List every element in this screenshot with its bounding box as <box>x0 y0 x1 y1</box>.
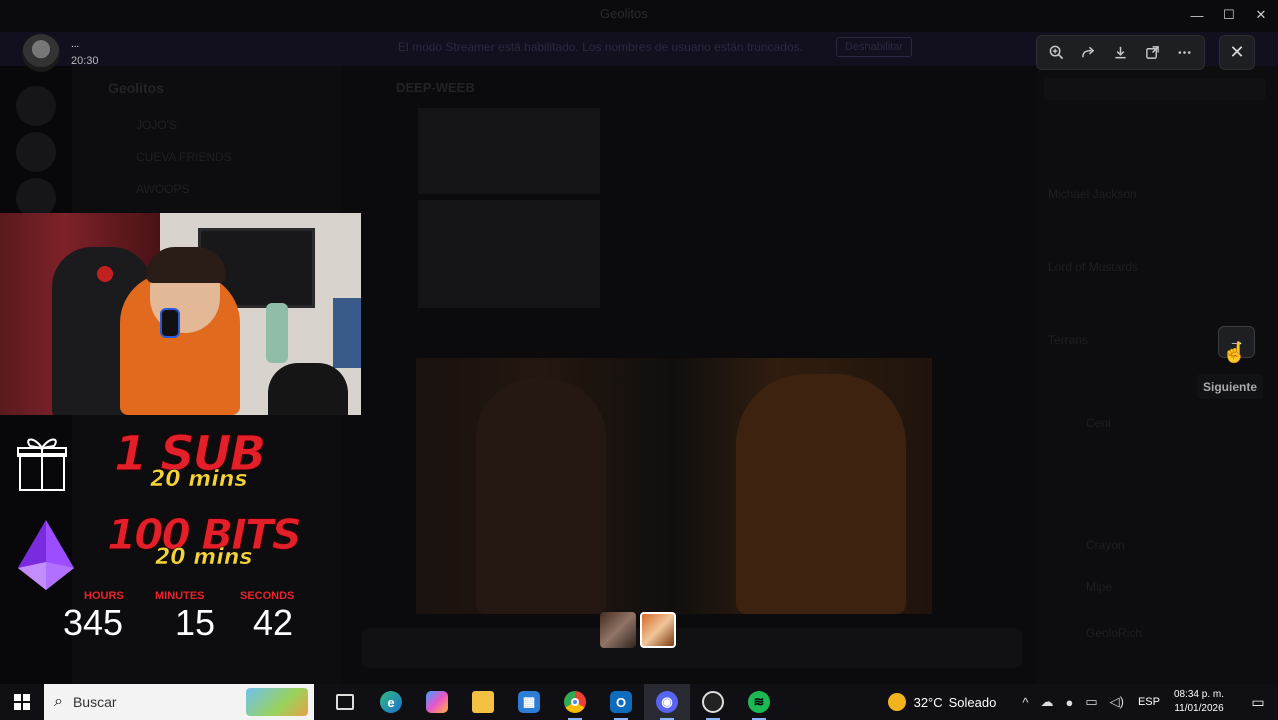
cloud-icon[interactable]: ☁ <box>1040 694 1053 710</box>
file-explorer-icon[interactable] <box>460 684 506 720</box>
volume-icon[interactable]: ◁) <box>1110 694 1124 710</box>
maximize-button[interactable]: ☐ <box>1212 0 1246 30</box>
channel-item[interactable]: AWOOPS <box>136 182 190 196</box>
weather-temperature[interactable]: 32°C <box>914 695 943 710</box>
window-close-button[interactable]: ✕ <box>1244 0 1278 30</box>
gift-icon <box>16 432 68 492</box>
image-figure <box>736 374 906 614</box>
taskbar-search-placeholder: Buscar <box>72 694 117 710</box>
channel-item[interactable]: CUEVA FRIENDS <box>136 150 232 164</box>
bits-gem-icon <box>16 518 76 592</box>
seconds-value: 42 <box>253 602 294 643</box>
server-name[interactable]: Geolitos <box>108 80 164 96</box>
sub-goal-time: 20 mins <box>150 467 248 493</box>
bits-goal-time: 20 mins <box>155 545 253 571</box>
image-figure <box>476 378 606 614</box>
taskbar-search[interactable]: ⌕ Buscar <box>44 684 314 720</box>
outlook-icon[interactable]: O <box>598 684 644 720</box>
task-view-icon[interactable] <box>322 684 368 720</box>
member-item[interactable]: Terrans <box>1048 333 1088 347</box>
discord-icon[interactable]: ◉ <box>644 684 690 720</box>
windows-icon <box>14 694 30 710</box>
clock[interactable]: 08:34 p. m. 11/01/2026 <box>1174 688 1224 716</box>
member-item[interactable]: Michael Jackson <box>1048 187 1137 201</box>
search-highlight-image <box>246 688 308 716</box>
microphone-icon[interactable]: ● <box>1065 695 1073 710</box>
member-item[interactable]: GeoloRich <box>1086 626 1142 640</box>
clock-time: 08:34 p. m. <box>1173 689 1224 700</box>
member-item[interactable]: Crayon <box>1086 538 1125 552</box>
server-icon[interactable] <box>16 178 56 218</box>
seconds-label: SECONDS <box>240 590 295 602</box>
member-item[interactable]: Lord of Mustards <box>1048 260 1138 274</box>
download-icon[interactable] <box>1106 39 1134 67</box>
post-time: 20:30 <box>71 55 99 67</box>
member-item[interactable]: Mipe <box>1086 580 1112 594</box>
thumbnail[interactable] <box>600 612 636 648</box>
spotify-icon[interactable]: ≋ <box>736 684 782 720</box>
webcam-feed <box>0 213 361 415</box>
image-thumbnails <box>600 612 676 648</box>
server-icon[interactable] <box>16 86 56 126</box>
sun-icon[interactable] <box>887 693 906 711</box>
forward-icon[interactable] <box>1075 39 1103 67</box>
hand-cursor-icon: ☝ <box>1222 342 1247 364</box>
channel-item[interactable]: JOJO'S <box>136 118 177 132</box>
hours-value: 345 <box>63 602 124 643</box>
minutes-value: 15 <box>175 602 216 643</box>
chrome-icon[interactable] <box>552 684 598 720</box>
channel-header: DEEP-WEEB <box>396 80 475 95</box>
webcam-mic <box>268 363 348 415</box>
zoom-in-icon[interactable] <box>1043 39 1071 67</box>
chevron-up-icon[interactable]: ^ <box>1022 695 1028 710</box>
webcam-bottle <box>266 303 288 363</box>
avatar[interactable] <box>22 34 60 72</box>
webcam-hair <box>146 247 226 283</box>
hours-label: HOURS <box>84 590 124 602</box>
disable-streamer-mode-button[interactable]: Deshabilitar <box>836 37 913 57</box>
window-title: Geolitos <box>600 6 648 21</box>
image-author: ... 20:30 <box>22 34 99 72</box>
start-button[interactable] <box>0 684 44 720</box>
thumbnail-selected[interactable] <box>640 612 676 648</box>
network-icon[interactable]: ▭ <box>1085 694 1097 710</box>
image-toolbar <box>1036 35 1205 70</box>
obs-icon[interactable] <box>690 684 736 720</box>
viewed-image[interactable] <box>416 358 932 614</box>
copilot-icon[interactable] <box>414 684 460 720</box>
server-icon[interactable] <box>16 132 56 172</box>
language-indicator[interactable]: ESP <box>1138 696 1160 708</box>
member-item[interactable]: Ceni <box>1086 416 1111 430</box>
webcam-screen <box>333 298 361 368</box>
message-composer[interactable] <box>362 628 1022 668</box>
webcam-headset <box>160 308 180 338</box>
minutes-label: MINUTES <box>155 590 205 602</box>
streamer-mode-text: El modo Streamer está habilitado. Los no… <box>398 40 803 54</box>
store-icon[interactable]: ▦ <box>506 684 552 720</box>
system-tray: 32°C Soleado ^ ☁ ● ▭ ◁) ESP 08:34 p. m. … <box>887 684 1278 720</box>
message-embed <box>418 200 600 308</box>
more-icon[interactable] <box>1170 39 1198 67</box>
notification-icon[interactable]: ▭ <box>1238 684 1278 720</box>
server-search-input[interactable] <box>1044 78 1266 100</box>
external-link-icon[interactable] <box>1138 39 1166 67</box>
next-tooltip: Siguiente <box>1197 374 1263 399</box>
webcam-chair-logo <box>97 266 113 282</box>
message-image[interactable] <box>418 108 600 194</box>
clock-date: 11/01/2026 <box>1174 703 1224 714</box>
weather-description[interactable]: Soleado <box>949 695 997 710</box>
search-icon: ⌕ <box>54 693 63 710</box>
edge-icon[interactable]: e <box>368 684 414 720</box>
author-name: ... <box>71 39 80 50</box>
close-viewer-button[interactable]: ✕ <box>1219 35 1255 70</box>
minimize-button[interactable]: — <box>1180 0 1214 30</box>
